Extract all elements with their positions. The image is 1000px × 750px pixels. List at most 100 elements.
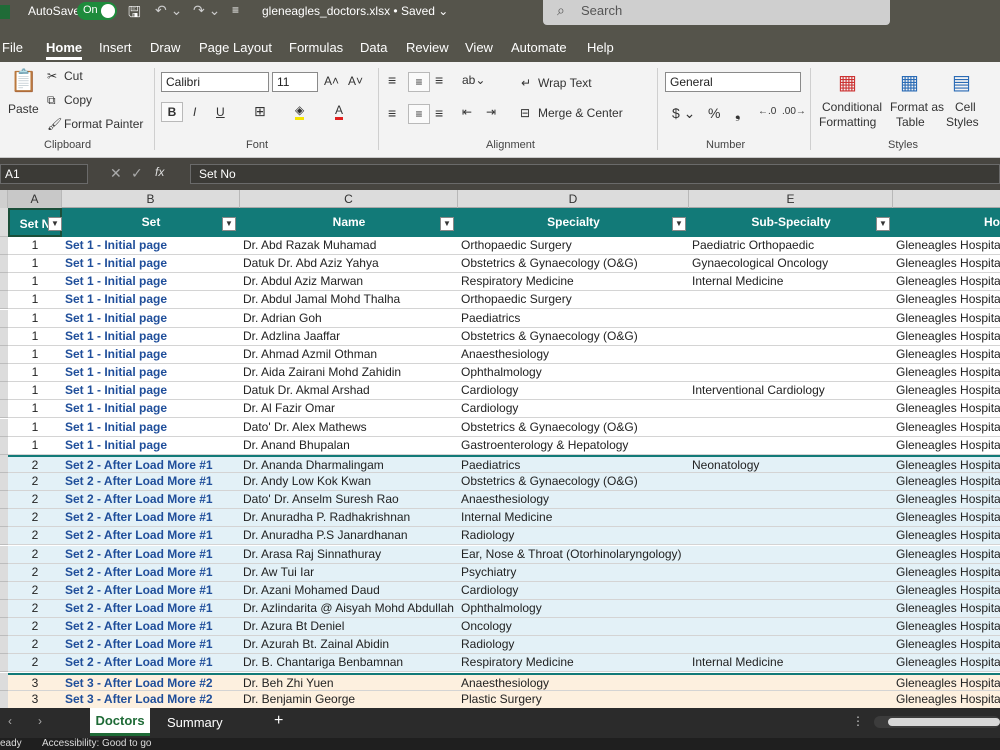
cell-set-no[interactable]: 2 [8, 582, 62, 600]
merge-center-icon[interactable]: ⊟ [520, 106, 530, 120]
cell-set-no[interactable]: 1 [8, 400, 62, 418]
cell-set[interactable]: Set 2 - After Load More #1 [62, 527, 240, 545]
decrease-font-icon[interactable]: A˅ [348, 74, 363, 88]
file-name[interactable]: gleneagles_doctors.xlsx • Saved ⌄ [262, 4, 448, 18]
column-header-d[interactable]: D [458, 190, 689, 208]
cell-sub-specialty[interactable] [689, 491, 893, 509]
cell-sub-specialty[interactable]: Gynaecological Oncology [689, 255, 893, 273]
cell-hospital[interactable]: Gleneagles Hospita [893, 618, 1000, 636]
cell-set-no[interactable]: 2 [8, 527, 62, 545]
tab-insert[interactable]: Insert [99, 40, 132, 55]
fill-color-icon[interactable]: ◈ [295, 103, 305, 120]
cell-sub-specialty[interactable]: Interventional Cardiology [689, 382, 893, 400]
cancel-icon[interactable]: ✕ [110, 165, 122, 182]
cell-hospital[interactable]: Gleneagles Hospita [893, 600, 1000, 618]
format-as-table-label-2[interactable]: Table [896, 115, 925, 129]
cell-set[interactable]: Set 2 - After Load More #1 [62, 564, 240, 582]
bold-icon[interactable]: B [161, 102, 183, 122]
cell-sub-specialty[interactable] [689, 527, 893, 545]
number-format-select[interactable]: General [665, 72, 801, 92]
cell-set[interactable]: Set 1 - Initial page [62, 419, 240, 437]
cell-specialty[interactable]: Cardiology [458, 400, 689, 418]
cell-set-no[interactable]: 1 [8, 419, 62, 437]
cell-sub-specialty[interactable] [689, 328, 893, 346]
cell-set[interactable]: Set 1 - Initial page [62, 237, 240, 255]
row-header[interactable] [0, 563, 8, 582]
cell-hospital[interactable]: Gleneagles Hospita [893, 237, 1000, 255]
cell-sub-specialty[interactable] [689, 509, 893, 527]
cell-specialty[interactable]: Ophthalmology [458, 364, 689, 382]
add-sheet-button[interactable]: + [274, 712, 283, 730]
cell-name[interactable]: Dr. Benjamin George [240, 691, 458, 708]
cell-name[interactable]: Dr. Abd Razak Muhamad [240, 237, 458, 255]
filter-dropdown-icon[interactable]: ▼ [222, 217, 236, 231]
cell-name[interactable]: Dr. Adrian Goh [240, 310, 458, 328]
tab-file[interactable]: File [2, 40, 23, 55]
cell-specialty[interactable]: Paediatrics [458, 310, 689, 328]
cell-sub-specialty[interactable] [689, 546, 893, 564]
cell-set[interactable]: Set 2 - After Load More #1 [62, 654, 240, 672]
cell-hospital[interactable]: Gleneagles Hospita [893, 400, 1000, 418]
cell-set-no[interactable]: 1 [8, 273, 62, 291]
cell-specialty[interactable]: Anaesthesiology [458, 346, 689, 364]
cell-set-no[interactable]: 1 [8, 255, 62, 273]
cell-hospital[interactable]: Gleneagles Hospita [893, 691, 1000, 708]
cell-specialty[interactable]: Respiratory Medicine [458, 273, 689, 291]
format-painter-button[interactable]: Format Painter [64, 117, 143, 131]
row-header[interactable] [0, 672, 8, 691]
row-header[interactable] [0, 527, 8, 546]
cell-hospital[interactable]: Gleneagles Hospita [893, 346, 1000, 364]
cell-set-no[interactable]: 2 [8, 509, 62, 527]
copy-button[interactable]: Copy [64, 93, 92, 107]
cell-set-no[interactable]: 2 [8, 473, 62, 491]
increase-decimal-icon[interactable]: ←.0 [758, 106, 776, 117]
row-header[interactable] [0, 309, 8, 328]
column-header-a[interactable]: A [8, 190, 62, 208]
cell-sub-specialty[interactable] [689, 582, 893, 600]
row-header[interactable] [0, 636, 8, 655]
currency-icon[interactable]: $ ⌄ [672, 105, 695, 122]
cell-name[interactable]: Dr. Aw Tui Iar [240, 564, 458, 582]
select-all-corner[interactable] [0, 190, 8, 208]
scroll-right-icon[interactable]: › [38, 714, 42, 728]
italic-icon[interactable]: I [193, 105, 196, 119]
wrap-text-button[interactable]: Wrap Text [538, 76, 592, 90]
borders-icon[interactable]: ⊞ [254, 103, 266, 120]
tab-help[interactable]: Help [587, 40, 614, 55]
copy-icon[interactable]: ⧉ [47, 93, 56, 108]
row-header[interactable] [0, 418, 8, 437]
cell-name[interactable]: Dr. Anuradha P. Radhakrishnan [240, 509, 458, 527]
column-header-b[interactable]: B [62, 190, 240, 208]
conditional-formatting-label[interactable]: Conditional [822, 100, 882, 114]
cell-set[interactable]: Set 3 - After Load More #2 [62, 691, 240, 708]
cell-set[interactable]: Set 1 - Initial page [62, 273, 240, 291]
cell-specialty[interactable]: Radiology [458, 527, 689, 545]
cell-hospital[interactable]: Gleneagles Hospita [893, 546, 1000, 564]
cell-name[interactable]: Dr. Azlindarita @ Aisyah Mohd Abdullah [240, 600, 458, 618]
merge-center-button[interactable]: Merge & Center [538, 106, 623, 120]
row-header[interactable] [0, 364, 8, 383]
cell-styles-label[interactable]: Cell [955, 100, 976, 114]
cell-set[interactable]: Set 2 - After Load More #1 [62, 636, 240, 654]
format-as-table-label[interactable]: Format as [890, 100, 944, 114]
insert-function-icon[interactable]: fx [155, 165, 164, 179]
cell-name[interactable]: Dr. Anuradha P.S Janardhanan [240, 527, 458, 545]
name-box[interactable]: A1 [0, 164, 88, 184]
cell-hospital[interactable]: Gleneagles Hospita [893, 310, 1000, 328]
orientation-icon[interactable]: ab⌄ [462, 73, 485, 87]
cell-set-no[interactable]: 1 [8, 291, 62, 309]
cell-name[interactable]: Dato' Dr. Anselm Suresh Rao [240, 491, 458, 509]
cell-sub-specialty[interactable] [689, 437, 893, 455]
cell-set[interactable]: Set 1 - Initial page [62, 382, 240, 400]
cell-sub-specialty[interactable] [689, 346, 893, 364]
tab-home[interactable]: Home [46, 40, 83, 60]
cell-sub-specialty[interactable] [689, 310, 893, 328]
cell-set[interactable]: Set 2 - After Load More #1 [62, 491, 240, 509]
conditional-formatting-label-2[interactable]: Formatting [819, 115, 876, 129]
cell-set[interactable]: Set 2 - After Load More #1 [62, 600, 240, 618]
tab-formulas[interactable]: Formulas [289, 40, 343, 55]
row-header[interactable] [0, 237, 8, 255]
align-middle-icon[interactable]: ≡ [408, 72, 430, 92]
cell-set[interactable]: Set 2 - After Load More #1 [62, 509, 240, 527]
percent-icon[interactable]: % [708, 105, 720, 121]
